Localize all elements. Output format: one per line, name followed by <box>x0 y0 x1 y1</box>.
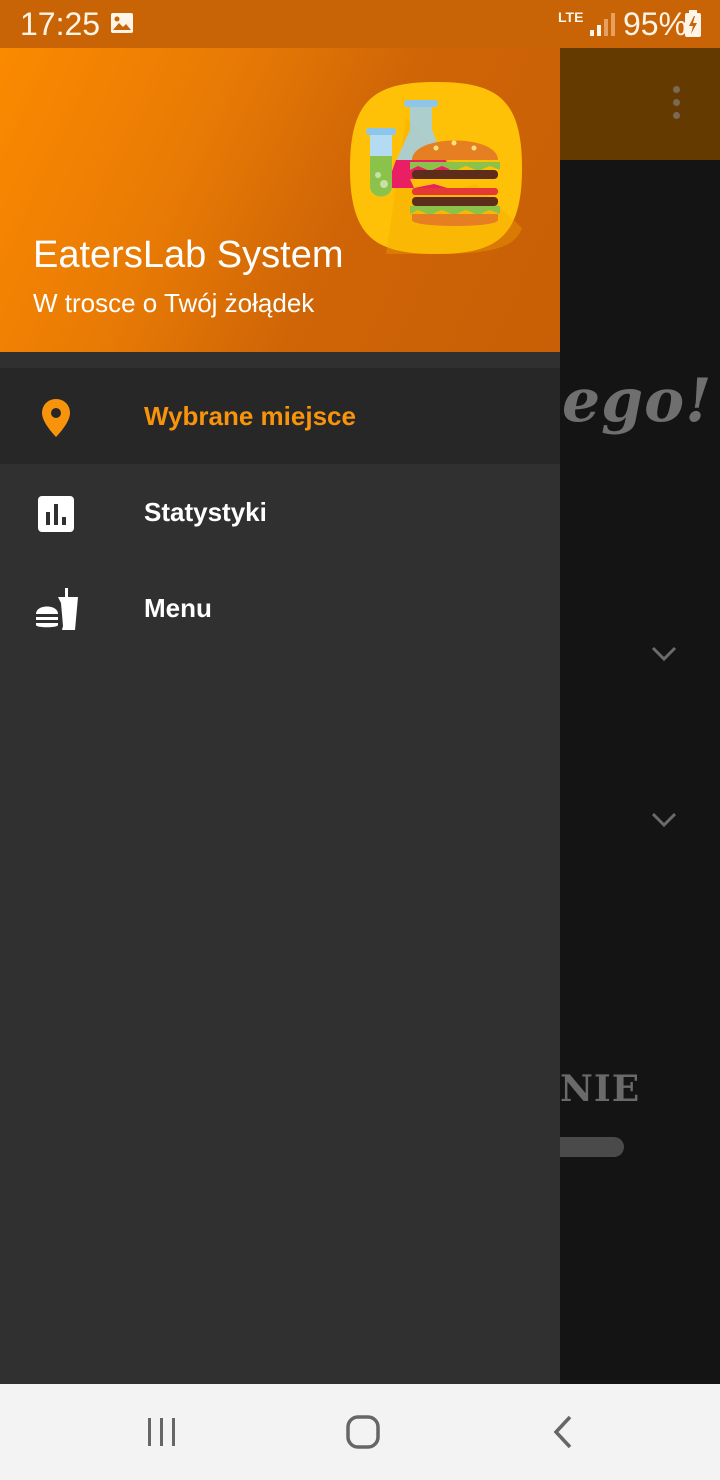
bar-chart-icon <box>38 496 74 532</box>
home-icon[interactable] <box>343 1412 383 1452</box>
app-subtitle: W trosce o Twój żołądek <box>33 288 315 318</box>
burger-lab-logo-icon <box>350 82 522 254</box>
background-section-title: NIE <box>560 1068 641 1110</box>
drawer-item-label: Wybrane miejsce <box>144 401 356 431</box>
drawer-item-statistics[interactable]: Statystyki <box>0 464 560 560</box>
drawer-menu: Wybrane miejsce Statystyki Menu <box>0 368 560 656</box>
overflow-menu-icon[interactable] <box>662 80 690 128</box>
drawer-header: EatersLab System W trosce o Twój żołądek <box>0 48 560 352</box>
app-title: EatersLab System <box>33 234 344 276</box>
recent-apps-icon[interactable] <box>142 1412 182 1452</box>
drawer-item-menu[interactable]: Menu <box>0 560 560 656</box>
drawer-item-label: Menu <box>144 593 212 623</box>
drawer-item-selected-place[interactable]: Wybrane miejsce <box>0 368 560 464</box>
status-bar: 17:25 LTE 95% <box>0 0 720 48</box>
system-navigation-bar <box>0 1384 720 1480</box>
navigation-drawer: EatersLab System W trosce o Twój żołądek… <box>0 48 560 1384</box>
network-type: LTE <box>558 9 584 25</box>
fastfood-icon <box>36 588 78 630</box>
status-time: 17:25 <box>20 6 101 42</box>
signal-icon <box>590 13 615 36</box>
battery-charging-icon <box>685 10 701 37</box>
location-pin-icon <box>42 399 70 437</box>
chevron-down-icon[interactable] <box>648 642 680 666</box>
drawer-item-label: Statystyki <box>144 497 267 527</box>
background-heading: ego! <box>562 366 713 436</box>
battery-percentage: 95% <box>623 6 688 42</box>
back-icon[interactable] <box>544 1412 584 1452</box>
chevron-down-icon[interactable] <box>648 808 680 832</box>
gallery-icon <box>111 13 133 33</box>
